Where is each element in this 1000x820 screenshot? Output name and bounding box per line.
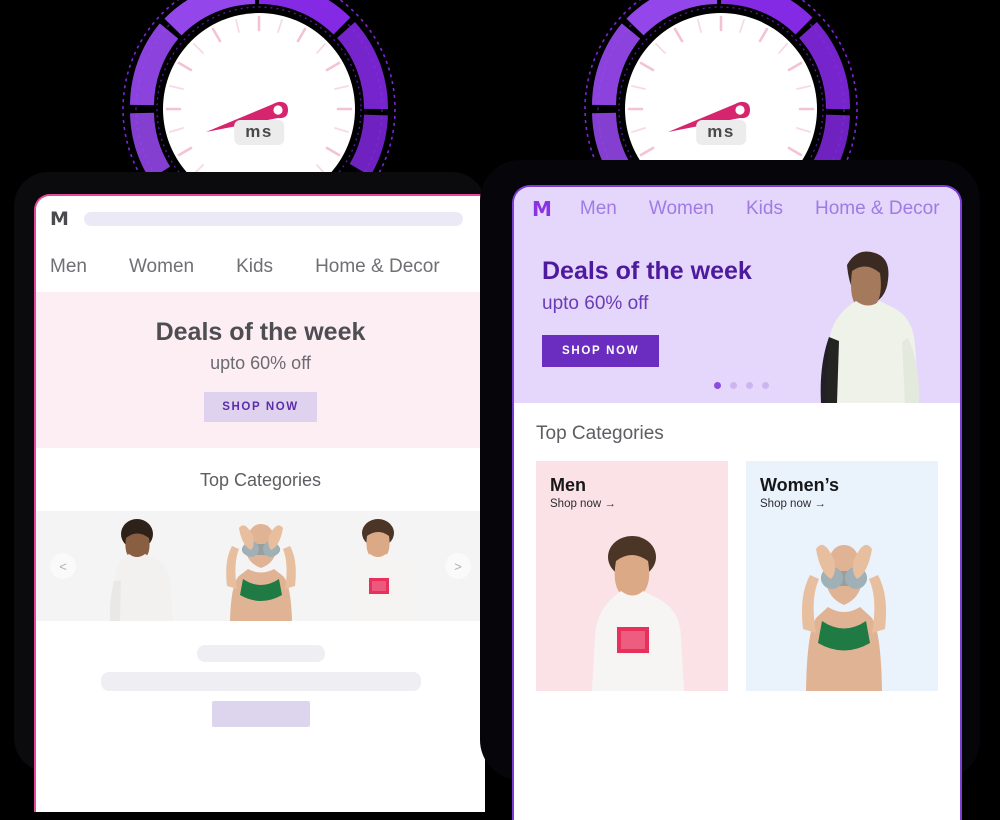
card-shop-now-link[interactable]: Shop now → bbox=[536, 498, 728, 510]
card-image-man-outcast-tshirt bbox=[592, 536, 684, 691]
shop-now-button[interactable]: SHOP NOW bbox=[542, 335, 660, 367]
carousel-dots bbox=[714, 382, 769, 389]
tablet-topbar: M Men Women Kids Home & Decor bbox=[514, 187, 960, 231]
card-title: Women’s bbox=[760, 475, 840, 495]
content-skeleton bbox=[36, 621, 485, 727]
carousel-image-woman-green-top[interactable] bbox=[202, 516, 320, 621]
nav-item-women[interactable]: Women bbox=[649, 198, 714, 220]
card-shop-now-link[interactable]: Shop now → bbox=[746, 498, 938, 510]
category-card-men[interactable]: Men Shop now → bbox=[536, 461, 728, 691]
top-categories-heading: Top Categories bbox=[514, 403, 960, 461]
mobile-screen: M Men Women Kids Home & Decor Deals of t… bbox=[34, 194, 485, 812]
tablet-device-mockup: M Men Women Kids Home & Decor Deals of t… bbox=[480, 160, 980, 820]
carousel-image-man-outcast-tshirt[interactable] bbox=[326, 516, 434, 621]
nav-item-home-decor[interactable]: Home & Decor bbox=[315, 256, 440, 278]
tablet-screen: M Men Women Kids Home & Decor Deals of t… bbox=[512, 185, 962, 820]
nav-item-home-decor[interactable]: Home & Decor bbox=[815, 198, 940, 220]
nav-item-men[interactable]: Men bbox=[50, 256, 87, 278]
gauge-unit-label: ms bbox=[696, 120, 746, 145]
tablet-hero-banner: Deals of the week upto 60% off SHOP NOW bbox=[514, 231, 960, 403]
nav-item-women[interactable]: Women bbox=[129, 256, 194, 278]
top-categories-heading: Top Categories bbox=[36, 448, 485, 511]
gauge-unit-label: ms bbox=[234, 120, 284, 145]
card-title: Men bbox=[550, 475, 586, 495]
mobile-hero-banner: Deals of the week upto 60% off SHOP NOW bbox=[36, 292, 485, 448]
hero-subtitle: upto 60% off bbox=[210, 353, 311, 373]
scene-root: ms ms M Men Women Kids Home & Decor Deal… bbox=[0, 0, 1000, 820]
carousel-image-man-white-tshirt[interactable] bbox=[88, 516, 196, 621]
carousel-prev-icon[interactable]: < bbox=[50, 553, 76, 579]
nav-item-kids[interactable]: Kids bbox=[746, 198, 783, 220]
brand-logo[interactable]: M bbox=[532, 197, 552, 221]
skeleton-bar bbox=[196, 645, 325, 662]
carousel-dot-3[interactable] bbox=[746, 382, 753, 389]
search-input[interactable] bbox=[83, 212, 463, 226]
carousel-dot-1[interactable] bbox=[714, 382, 721, 389]
card-image-woman-green-top bbox=[801, 544, 887, 691]
shop-now-button[interactable]: SHOP NOW bbox=[204, 392, 317, 422]
category-card-womens[interactable]: Women’s Shop now → bbox=[746, 461, 938, 691]
carousel-dot-2[interactable] bbox=[730, 382, 737, 389]
nav-item-kids[interactable]: Kids bbox=[236, 256, 273, 278]
mobile-nav: Men Women Kids Home & Decor bbox=[36, 242, 485, 292]
skeleton-button bbox=[211, 701, 310, 727]
nav-item-men[interactable]: Men bbox=[580, 198, 617, 220]
brand-logo[interactable]: M bbox=[50, 208, 69, 230]
carousel-next-icon[interactable]: > bbox=[445, 553, 471, 579]
hero-image-man-white-tshirt bbox=[820, 251, 920, 403]
hero-title: Deals of the week bbox=[155, 318, 366, 346]
carousel-dot-4[interactable] bbox=[762, 382, 769, 389]
mobile-topbar: M bbox=[36, 196, 485, 242]
category-cards: Men Shop now → Women’s Shop now → bbox=[514, 461, 960, 691]
category-carousel: < > bbox=[36, 511, 485, 621]
mobile-device-mockup: M Men Women Kids Home & Decor Deals of t… bbox=[14, 172, 486, 812]
skeleton-bar bbox=[100, 672, 421, 691]
